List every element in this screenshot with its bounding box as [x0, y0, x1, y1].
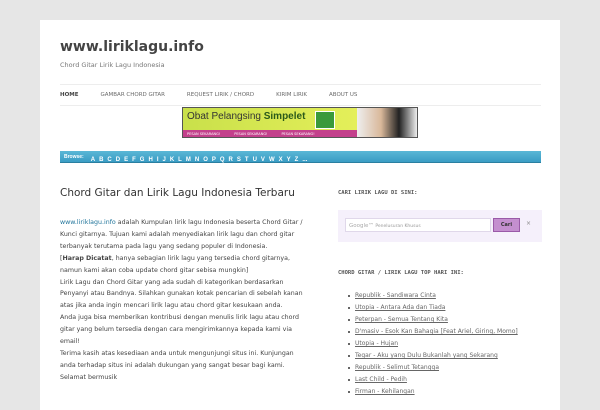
song-link[interactable]: Last Child - Pedih [355, 376, 407, 383]
browse-label: Browse: [64, 153, 84, 160]
song-link[interactable]: Utopia - Antara Ada dan Tiada [355, 304, 445, 311]
main-content: Chord Gitar dan Lirik Lagu Indonesia Ter… [60, 187, 310, 384]
browse-letter[interactable]: Y [287, 157, 291, 163]
browse-letter[interactable]: O [203, 157, 208, 163]
browse-letter[interactable]: K [170, 157, 174, 163]
song-link[interactable]: Peterpan - Semua Tentang Kita [355, 316, 448, 323]
browse-letter[interactable]: U [253, 157, 257, 163]
site-title[interactable]: www.liriklagu.info [60, 39, 204, 55]
list-item: Utopia - Hujan [338, 338, 542, 350]
browse-letter[interactable]: S [237, 157, 241, 163]
browse-letter[interactable]: L [178, 157, 182, 163]
browse-letter[interactable]: R [229, 157, 233, 163]
browse-letter[interactable]: P [212, 157, 216, 163]
banner-cta: PESAN SEKARANG! [281, 131, 315, 136]
browse-letter[interactable]: J [162, 157, 165, 163]
browse-letter[interactable]: T [245, 157, 249, 163]
browse-letter[interactable]: E [124, 157, 128, 163]
intro-text: www.liriklagu.info adalah Kumpulan lirik… [60, 219, 303, 381]
banner-cta: PESAN SEKARANG! [234, 131, 268, 136]
list-item: Utopia - Antara Ada dan Tiada [338, 302, 542, 314]
product-image [315, 111, 335, 129]
main-nav: HOME GAMBAR CHORD GITAR REQUEST LIRIK / … [60, 84, 541, 106]
browse-letter[interactable]: Q [220, 157, 225, 163]
browse-letter[interactable]: ... [302, 157, 307, 163]
browse-bar: Browse: A B C D E F G H I J K L M N O P Q R S T U V W X Y Z... [60, 151, 541, 163]
song-link[interactable]: D'masiv - Esok Kan Bahagia [Feat Ariel, … [355, 328, 518, 335]
list-item: Tegar - Aku yang Dulu Bukanlah yang Seka… [338, 350, 542, 362]
browse-letter[interactable]: F [132, 157, 136, 163]
page-heading: Chord Gitar dan Lirik Lagu Indonesia Ter… [60, 187, 295, 199]
browse-letter[interactable]: B [99, 157, 103, 163]
search-widget-title: CARI LIRIK LAGU DI SINI: [338, 190, 418, 196]
nav-home[interactable]: HOME [60, 92, 79, 98]
site-link[interactable]: www.liriklagu.info [60, 219, 116, 226]
list-item: Last Child - Pedih [338, 374, 542, 386]
search-button[interactable]: Cari [493, 218, 520, 232]
list-item: Republik - Selimut Tetangga [338, 362, 542, 374]
browse-letter[interactable]: D [116, 157, 120, 163]
nav-gambar-chord[interactable]: GAMBAR CHORD GITAR [101, 92, 165, 98]
browse-letter[interactable]: M [186, 157, 191, 163]
page-container: www.liriklagu.info Chord Gitar Lirik Lag… [40, 20, 560, 410]
browse-letter[interactable]: I [157, 157, 159, 163]
list-item: Firman - Kehilangan [338, 386, 542, 398]
browse-letter[interactable]: W [269, 157, 275, 163]
banner-cta: PESAN SEKARANG! [187, 131, 221, 136]
browse-letter[interactable]: A [91, 157, 95, 163]
top-songs-list: Republik - Sandiwara Cinta Utopia - Antar… [338, 290, 542, 398]
banner-title: Obat Pelangsing Simpelet [187, 111, 306, 122]
song-link[interactable]: Republik - Sandiwara Cinta [355, 292, 436, 299]
browse-letter[interactable]: H [148, 157, 152, 163]
sidebar: CARI LIRIK LAGU DI SINI: Google™ Penelus… [338, 190, 542, 398]
list-item: Republik - Sandiwara Cinta [338, 290, 542, 302]
song-link[interactable]: Republik - Selimut Tetangga [355, 364, 439, 371]
browse-letter[interactable]: X [279, 157, 283, 163]
nav-about[interactable]: ABOUT US [329, 92, 357, 98]
ad-banner[interactable]: Obat Pelangsing Simpelet PESAN SEKARANG!… [182, 107, 418, 138]
browse-letter[interactable]: V [261, 157, 265, 163]
browse-letter[interactable]: Z [295, 157, 299, 163]
search-input[interactable]: Google™ Penelusuran Khusus [345, 218, 491, 232]
list-item: Peterpan - Semua Tentang Kita [338, 314, 542, 326]
top-widget-title: CHORD GITAR / LIRIK LAGU TOP HARI INI: [338, 270, 464, 276]
song-link[interactable]: Tegar - Aku yang Dulu Bukanlah yang Seka… [355, 352, 498, 359]
clear-icon[interactable]: × [526, 220, 531, 227]
nav-request[interactable]: REQUEST LIRIK / CHORD [187, 92, 254, 98]
browse-letter[interactable]: N [195, 157, 199, 163]
banner-photo [357, 108, 417, 137]
song-link[interactable]: Utopia - Hujan [355, 340, 398, 347]
song-link[interactable]: Firman - Kehilangan [355, 388, 415, 395]
list-item: D'masiv - Esok Kan Bahagia [Feat Ariel, … [338, 326, 542, 338]
nav-kirim-lirik[interactable]: KIRIM LIRIK [276, 92, 307, 98]
site-tagline: Chord Gitar Lirik Lagu Indonesia [60, 61, 165, 69]
search-widget: Google™ Penelusuran Khusus Cari × [338, 210, 542, 242]
browse-letter[interactable]: G [140, 157, 145, 163]
browse-letter[interactable]: C [107, 157, 111, 163]
